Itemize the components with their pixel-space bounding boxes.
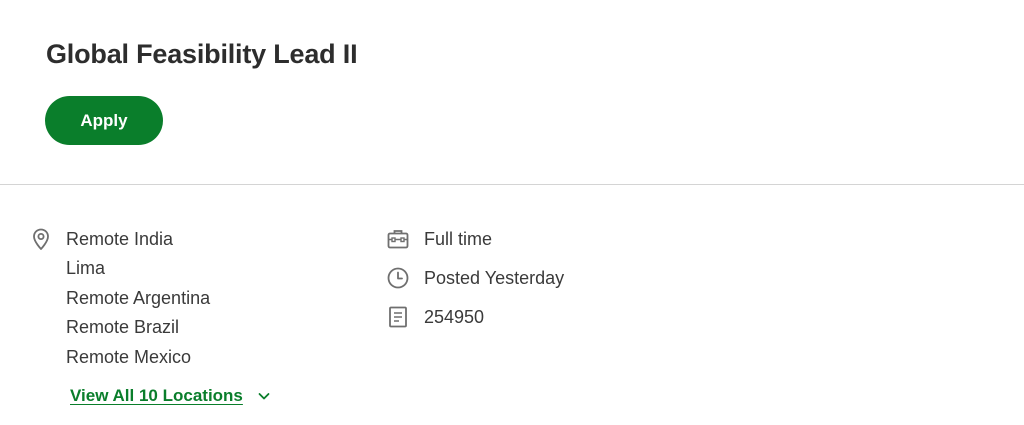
job-posting-page: Global Feasibility Lead II Apply Remote … xyxy=(0,0,1024,425)
location-item: Remote Brazil xyxy=(66,317,180,338)
section-divider xyxy=(0,184,1024,185)
location-item: Remote India xyxy=(66,229,174,249)
clock-icon xyxy=(386,266,410,290)
requisition-id: 254950 xyxy=(424,307,485,327)
job-title: Global Feasibility Lead II xyxy=(46,39,358,69)
location-list: Remote India Lima Remote Argentina Remot… xyxy=(66,225,210,372)
view-all-locations-link[interactable]: View All 10 Locations xyxy=(70,384,243,408)
chevron-down-icon[interactable] xyxy=(256,388,272,404)
posted-date: Posted Yesterday xyxy=(424,268,565,288)
document-icon xyxy=(386,305,410,329)
location-item: Remote Argentina xyxy=(66,287,211,308)
briefcase-icon xyxy=(386,227,410,251)
location-pin-icon xyxy=(29,227,53,251)
job-type: Full time xyxy=(424,229,493,249)
apply-button[interactable]: Apply xyxy=(45,96,163,145)
location-item: Remote Mexico xyxy=(66,346,192,367)
location-item: Lima xyxy=(66,258,106,279)
